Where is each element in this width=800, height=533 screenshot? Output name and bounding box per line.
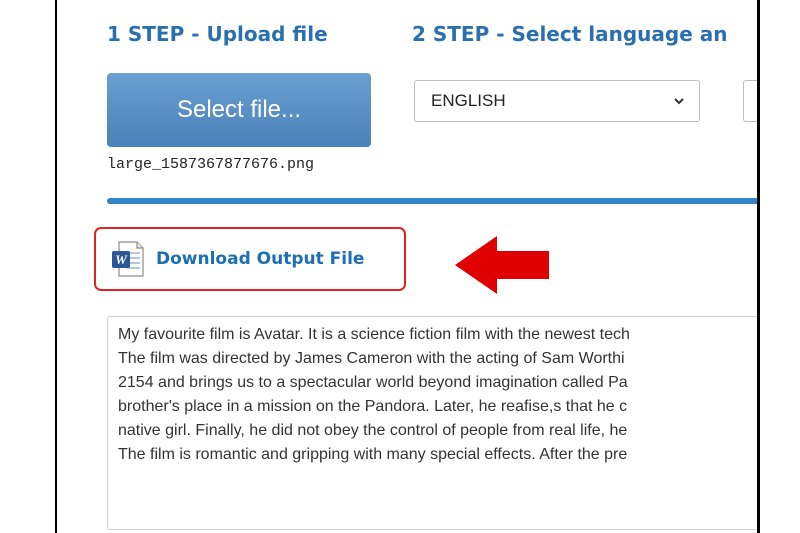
red-arrow-annotation: [455, 236, 549, 294]
output-text-line: native girl. Finally, he did not obey th…: [118, 422, 628, 439]
output-text-line: The film was directed by James Cameron w…: [118, 350, 625, 367]
language-select[interactable]: ENGLISH: [414, 80, 700, 122]
section-divider: [107, 198, 757, 204]
select-file-button[interactable]: Select file...: [107, 73, 371, 147]
output-text-line: My favourite film is Avatar. It is a sci…: [118, 326, 630, 343]
svg-text:W: W: [115, 252, 128, 267]
output-text-area[interactable]: My favourite film is Avatar. It is a sci…: [107, 316, 757, 530]
step1-heading: 1 STEP - Upload file: [107, 22, 328, 46]
download-output-label: Download Output File: [156, 249, 365, 269]
download-output-link[interactable]: W Download Output File: [94, 227, 406, 291]
output-text-line: 2154 and brings us to a spectacular worl…: [118, 374, 628, 391]
output-text-line: brother's place in a mission on the Pand…: [118, 398, 628, 415]
output-text-line: The film is romantic and gripping with m…: [118, 446, 628, 463]
language-select-value: ENGLISH: [431, 91, 506, 110]
page-frame: 1 STEP - Upload file 2 STEP - Select lan…: [55, 0, 760, 533]
uploaded-filename: large_1587367877676.png: [107, 156, 315, 173]
second-select[interactable]: [743, 80, 757, 122]
chevron-down-icon: [674, 98, 684, 105]
step2-heading: 2 STEP - Select language an: [412, 22, 728, 46]
word-document-icon: W: [112, 241, 144, 277]
